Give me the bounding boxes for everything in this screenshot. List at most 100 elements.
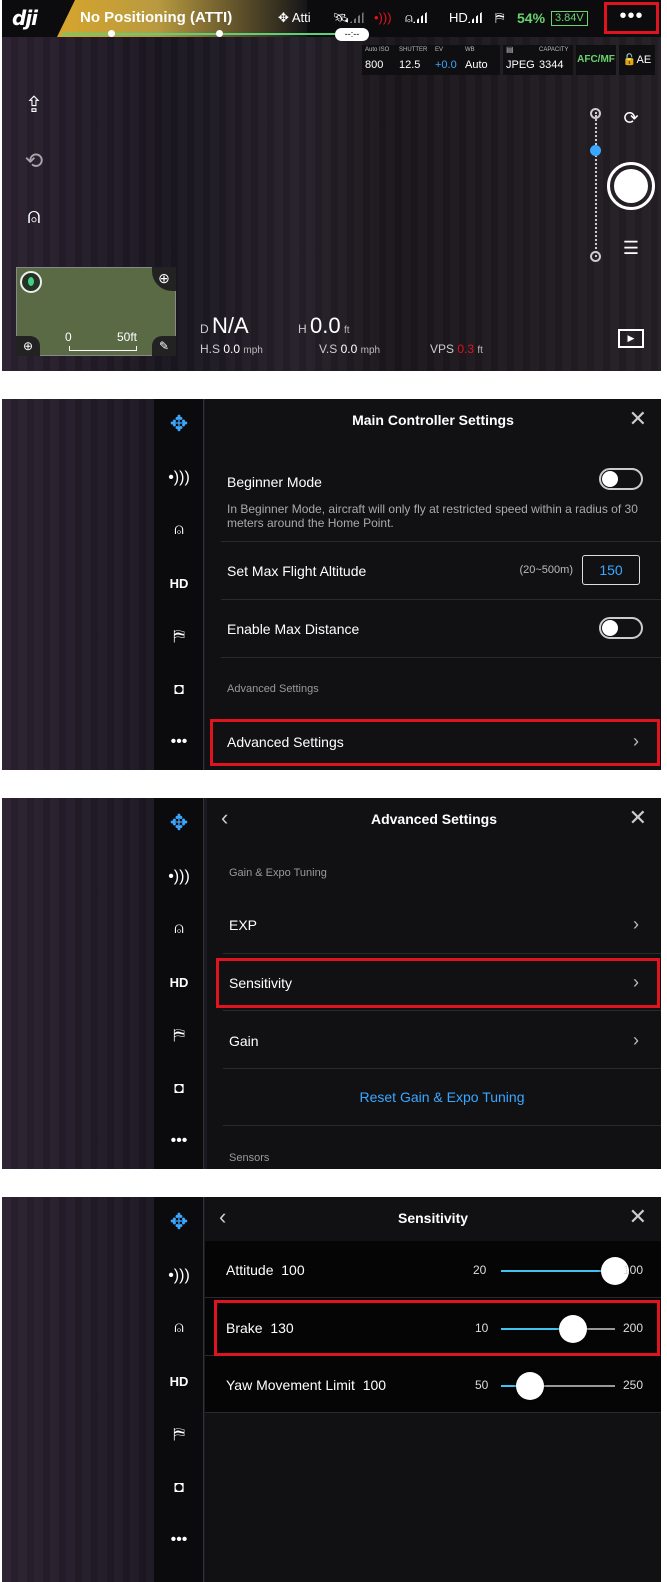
flight-status[interactable]: No Positioning (ATTI) [80,9,232,26]
battery-icon[interactable]: ⛿ [154,1426,204,1444]
flight-mode-label: Atti [291,10,311,25]
settings-main: ‹ Sensitivity ✕ Attitude 100 20 100 Brak… [205,1197,661,1582]
flight-mode[interactable]: ✥ Atti [278,10,311,26]
aircraft-settings-icon[interactable]: ✥ [154,810,204,836]
max-altitude-row: Set Max Flight Altitude (20~500m) 150 [221,542,661,600]
yaw-slider[interactable] [501,1372,615,1400]
dji-logo[interactable]: dji [12,6,38,30]
hs-value: 0.0 [223,342,241,356]
more-icon[interactable]: ••• [154,1132,204,1150]
gain-row[interactable]: Gain › [223,1011,661,1069]
progress-marker [216,30,223,37]
battery-percent[interactable]: 54% [517,10,545,26]
gimbal-slider-bottom [590,251,601,262]
max-distance-toggle[interactable] [599,617,643,639]
gimbal-camera-icon[interactable]: ◘ [154,1080,204,1098]
reset-gain-expo-link[interactable]: Reset Gain & Expo Tuning [223,1089,661,1105]
close-icon[interactable]: ✕ [629,807,647,829]
ev-value: +0.0 [435,59,457,71]
close-icon[interactable]: ✕ [629,1206,647,1228]
close-icon[interactable]: ✕ [629,408,647,430]
aircraft-location-icon [20,271,42,293]
camera-settings-icon[interactable]: ☰ [618,238,644,259]
sensitivity-screen: ✥ •))) ⍝ HD ⛿ ◘ ••• ‹ Sensitivity ✕ Atti… [2,1197,661,1582]
highlight-box [216,958,660,1008]
max-altitude-label: Set Max Flight Altitude [227,563,367,579]
attitude-value: 100 [281,1262,305,1278]
main-controller-settings-screen: ✥ •))) ⍝ HD ⛿ ◘ ••• Main Controller Sett… [2,399,661,770]
aircraft-settings-icon[interactable]: ✥ [154,411,204,437]
storage-box[interactable]: ▤ JPEG CAPACITY 3344 [503,45,573,75]
reset-row: Reset Gain & Expo Tuning [223,1069,661,1126]
eraser-icon[interactable]: ✎ [152,336,176,356]
camera-params-box[interactable]: Auto ISO 800 SHUTTER 12.5 EV +0.0 WB Aut… [362,45,500,75]
mini-map[interactable]: ⊕ ⊕ ✎ 0 50ft [16,267,176,356]
battery-icon[interactable]: ⛿ [154,1027,204,1045]
hd-label: HD [449,10,468,25]
height-readout: H 0.0 ft [298,313,350,339]
hd-transmission-tab[interactable]: HD [154,1374,204,1389]
format-value: JPEG [506,59,535,71]
focus-mode-button[interactable]: AFC/MF [576,45,616,75]
remote-controller-icon[interactable]: ⍝ [154,920,204,938]
zoom-icon[interactable]: ⊕ [16,336,40,356]
gimbal-slider-handle[interactable] [590,145,601,156]
chevron-right-icon: › [633,914,639,934]
gimbal-slider[interactable] [595,112,597,257]
height-label: H [298,322,307,336]
vps-label: VPS [430,342,455,356]
hd-signal[interactable]: HD [449,10,482,25]
max-altitude-input[interactable]: 150 [582,555,640,585]
ae-lock-button[interactable]: 🔓AE [619,45,655,75]
wb-label: WB [465,47,475,53]
attitude-name: Attitude [226,1262,274,1278]
attitude-slider[interactable] [501,1257,629,1285]
obstacle-sensing-icon[interactable]: •))) [374,10,392,25]
hd-bars [467,12,482,23]
settings-sidebar: ✥ •))) ⍝ HD ⛿ ◘ ••• [154,399,204,770]
yaw-label: Yaw Movement Limit 100 [226,1377,386,1393]
sd-card-icon: ▤ [506,45,514,54]
settings-sidebar: ✥ •))) ⍝ HD ⛿ ◘ ••• [154,1197,204,1582]
battery-icon[interactable]: ⛿ [154,628,204,646]
aircraft-settings-icon[interactable]: ✥ [154,1209,204,1235]
yaw-slider-handle[interactable] [515,1372,544,1400]
takeoff-icon[interactable]: ⇪ [20,92,48,120]
battery-voltage[interactable]: 3.84V [551,11,588,26]
exp-row[interactable]: EXP › [223,897,661,954]
attitude-slider-fill [501,1270,615,1272]
hs-label: H.S [200,342,221,356]
map-scale-bar [69,346,137,351]
obstacle-sensing-icon[interactable]: •))) [154,469,204,487]
gimbal-camera-icon[interactable]: ◘ [154,681,204,699]
remote-controller-icon[interactable]: ⍝ [20,203,48,231]
beginner-mode-toggle[interactable] [599,468,643,490]
page-title: Sensitivity [397,1210,469,1226]
shutter-button[interactable] [607,162,655,210]
yaw-max: 250 [623,1378,644,1392]
battery-icon[interactable]: ⛿ [495,10,504,26]
yaw-name: Yaw Movement Limit [226,1377,355,1393]
playback-icon[interactable]: ▶ [618,329,644,348]
crosshair-icon[interactable]: ⊕ [152,267,176,291]
remote-controller-icon[interactable]: ⍝ [154,1319,204,1337]
remote-controller-icon[interactable]: ⍝ [154,521,204,539]
obstacle-sensing-icon[interactable]: •))) [154,868,204,886]
more-icon[interactable]: ••• [154,1531,204,1549]
more-icon[interactable]: ••• [154,733,204,751]
camera-switch-icon[interactable]: ⟳ [618,108,644,129]
page-title: Main Controller Settings [352,412,514,428]
progress-marker [108,30,115,37]
obstacle-sensing-icon[interactable]: •))) [154,1267,204,1285]
flight-progress-line [62,33,362,35]
more-settings-button[interactable]: ••• [604,2,659,34]
height-value: 0.0 [310,313,341,338]
hd-transmission-tab[interactable]: HD [154,975,204,990]
chevron-right-icon: › [633,1030,639,1050]
gps-signal[interactable]: 🛰 [333,10,364,26]
attitude-row: Attitude 100 20 100 [205,1241,661,1298]
return-home-icon[interactable]: ⟲ [20,148,48,176]
gimbal-camera-icon[interactable]: ◘ [154,1479,204,1497]
rc-signal[interactable]: ⍝ [405,10,427,26]
hd-transmission-tab[interactable]: HD [154,576,204,591]
